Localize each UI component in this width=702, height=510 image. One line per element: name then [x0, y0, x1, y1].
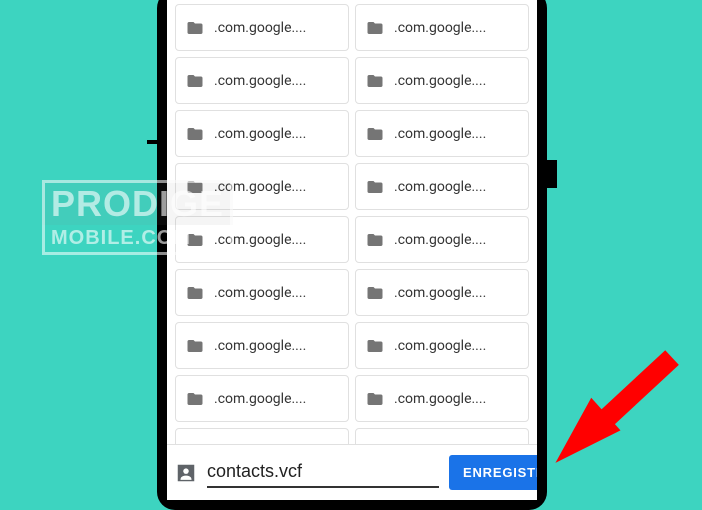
folder-label: .com.google....	[214, 126, 306, 142]
folder-item[interactable]: .com.google....	[355, 4, 529, 51]
folder-label: .com.google....	[394, 285, 486, 301]
folder-item[interactable]: .com.google....	[355, 269, 529, 316]
folder-label: .com.google....	[214, 232, 306, 248]
filename-input[interactable]	[207, 457, 439, 488]
folder-item[interactable]: .com.google....	[175, 4, 349, 51]
folder-icon	[184, 337, 206, 355]
contact-file-icon	[175, 462, 197, 484]
folder-label: .com.google....	[214, 338, 306, 354]
save-bar: ENREGISTRER	[167, 444, 537, 500]
folder-label: .com.google....	[394, 179, 486, 195]
folder-icon	[364, 178, 386, 196]
folder-label: .com.google....	[394, 391, 486, 407]
folder-item[interactable]: .com.google....	[355, 110, 529, 157]
folder-item[interactable]: .com.google....	[355, 163, 529, 210]
folder-icon	[184, 72, 206, 90]
folder-item[interactable]: .com.google....	[355, 216, 529, 263]
folder-label: .com.google....	[214, 179, 306, 195]
folder-item[interactable]: .com.google....	[355, 322, 529, 369]
folder-label: .com.google....	[394, 73, 486, 89]
folder-item[interactable]: .com.google....	[355, 57, 529, 104]
folder-item[interactable]: .com.google....	[175, 269, 349, 316]
folder-item[interactable]: .com.google....	[175, 428, 349, 444]
folder-icon	[184, 125, 206, 143]
save-button[interactable]: ENREGISTRER	[449, 455, 537, 490]
folder-icon	[364, 284, 386, 302]
screen: .com.google.... .com.google.... .com.googl…	[167, 0, 537, 500]
folder-item[interactable]: .com.google....	[355, 375, 529, 422]
folder-icon	[364, 337, 386, 355]
folder-icon	[364, 125, 386, 143]
folder-icon	[184, 19, 206, 37]
folder-icon	[184, 231, 206, 249]
annotation-arrow	[542, 338, 692, 488]
folder-label: .com.google....	[214, 20, 306, 36]
folder-label: .com.google....	[394, 20, 486, 36]
folder-item[interactable]: .com.google....	[355, 428, 529, 444]
folder-item[interactable]: .com.google....	[175, 322, 349, 369]
folder-item[interactable]: .com.google....	[175, 57, 349, 104]
folder-item[interactable]: .com.google....	[175, 110, 349, 157]
folder-item[interactable]: .com.google....	[175, 375, 349, 422]
folder-icon	[184, 390, 206, 408]
folder-icon	[364, 390, 386, 408]
folder-label: .com.google....	[214, 73, 306, 89]
folder-label: .com.google....	[394, 126, 486, 142]
phone-frame: .com.google.... .com.google.... .com.googl…	[157, 0, 547, 510]
folder-label: .com.google....	[214, 285, 306, 301]
folder-icon	[364, 72, 386, 90]
folder-item[interactable]: .com.google....	[175, 163, 349, 210]
folder-label: .com.google....	[394, 232, 486, 248]
folder-icon	[184, 178, 206, 196]
folder-item[interactable]: .com.google....	[175, 216, 349, 263]
folder-label: .com.google....	[214, 391, 306, 407]
folder-grid: .com.google.... .com.google.... .com.googl…	[167, 0, 537, 444]
folder-label: .com.google....	[394, 338, 486, 354]
folder-icon	[364, 231, 386, 249]
folder-icon	[364, 19, 386, 37]
folder-icon	[184, 284, 206, 302]
